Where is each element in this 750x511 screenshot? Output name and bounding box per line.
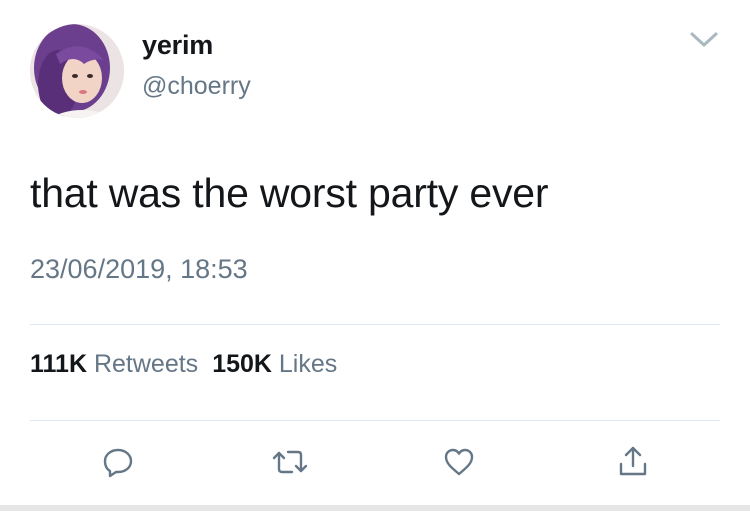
retweets-count: 111K xyxy=(30,350,88,378)
tweet-stats: 111K Retweets 150K Likes xyxy=(30,350,337,379)
reply-button[interactable] xyxy=(96,440,140,484)
likes-label: Likes xyxy=(278,350,338,378)
share-button[interactable] xyxy=(611,440,655,484)
likes-stat[interactable]: 150K Likes xyxy=(212,350,337,378)
tweet-timestamp[interactable]: 23/06/2019, 18:53 xyxy=(30,254,248,285)
chevron-down-icon[interactable] xyxy=(686,26,722,54)
tweet-actions xyxy=(0,440,750,490)
retweet-icon xyxy=(272,450,308,474)
tweet-card: yerim @choerry that was the worst party … xyxy=(0,0,750,511)
heart-icon xyxy=(444,448,474,476)
retweets-stat[interactable]: 111K Retweets xyxy=(30,350,198,378)
divider xyxy=(30,420,720,421)
retweets-label: Retweets xyxy=(93,350,199,378)
bottom-border xyxy=(0,505,750,511)
user-handle[interactable]: @choerry xyxy=(142,72,251,101)
display-name[interactable]: yerim xyxy=(142,30,213,61)
divider xyxy=(30,324,720,325)
avatar-image xyxy=(30,24,124,118)
share-icon xyxy=(619,446,647,476)
tweet-text: that was the worst party ever xyxy=(30,170,549,216)
retweet-button[interactable] xyxy=(268,440,312,484)
avatar[interactable] xyxy=(30,24,124,118)
reply-icon xyxy=(103,448,133,478)
like-button[interactable] xyxy=(437,440,481,484)
likes-count: 150K xyxy=(212,350,272,378)
